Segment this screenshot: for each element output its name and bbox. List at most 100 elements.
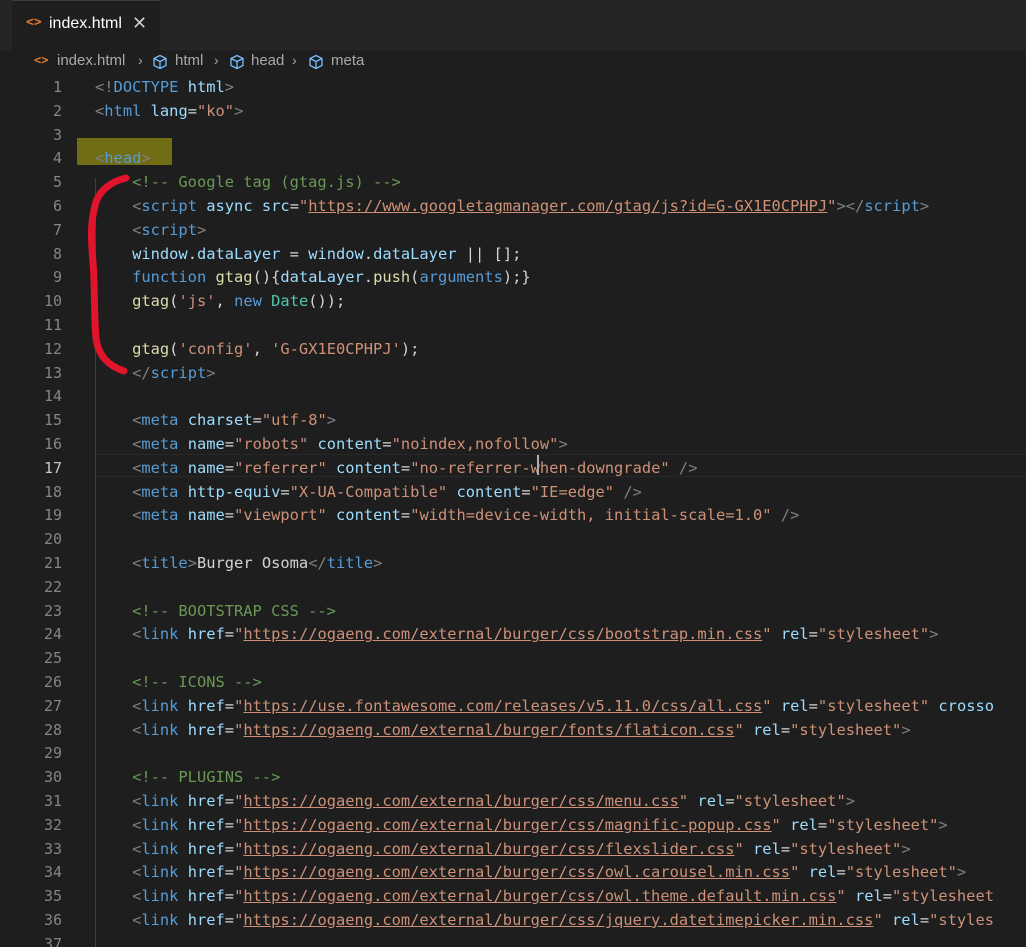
code-token: . [363, 244, 374, 263]
code-token: > [187, 554, 197, 572]
code-token: "noindex,nofollow" [391, 435, 559, 453]
code-token: Date [271, 292, 309, 311]
code-token: = [224, 458, 235, 477]
code-token: dataLayer [280, 268, 364, 287]
code-token: > [558, 435, 568, 453]
cube-icon [309, 54, 323, 70]
code-token: dataLayer [373, 244, 457, 263]
code-token: href [187, 625, 225, 644]
code-token: > [929, 625, 939, 644]
code-token: = [289, 197, 299, 215]
code-token: https://ogaeng.com/external/burger/css/m… [243, 792, 679, 810]
line-number: 33 [43, 839, 62, 858]
code-token: async [206, 197, 253, 215]
breadcrumb-item-head[interactable]: head [251, 52, 284, 69]
code-token: href [187, 792, 225, 810]
code-token: < [132, 696, 142, 715]
code-token: < [132, 506, 142, 525]
code-token: link [141, 720, 179, 739]
code-token: " [762, 696, 772, 715]
code-token: href [187, 839, 225, 858]
code-token: href [187, 863, 225, 882]
line-number: 10 [43, 292, 62, 311]
code-token: < [132, 458, 142, 477]
code-token: = [400, 506, 411, 525]
code-token: = [725, 792, 735, 810]
code-token: = [382, 435, 392, 453]
code-token: = [187, 101, 197, 120]
code-line: <html lang="ko"> [95, 100, 243, 124]
code-editor[interactable]: 1 2 3 4 5 6 7 8 9 10 11 12 13 14 15 16 17 18 19 20 21 22 23 24 2… [0, 74, 1026, 947]
code-token: href [187, 696, 225, 715]
line-number: 2 [52, 101, 62, 120]
code-token: > [373, 554, 383, 572]
code-token: , [252, 339, 272, 358]
code-token: link [141, 696, 179, 715]
code-token: = [224, 792, 235, 810]
code-token: " [771, 815, 781, 834]
code-token: name [187, 458, 225, 477]
code-line: <link href="https://use.fontawesome.com/… [95, 695, 994, 719]
close-icon[interactable]: ✕ [132, 13, 147, 34]
code-token: > [845, 792, 855, 810]
code-token: = [280, 482, 290, 501]
code-token: DOCTYPE [113, 78, 179, 96]
code-token: ></ [836, 197, 865, 215]
line-number: 34 [43, 863, 62, 882]
code-token: , [215, 292, 235, 311]
code-token: " [234, 887, 244, 906]
code-token: > [224, 78, 235, 96]
code-token: = [882, 887, 893, 906]
code-token: = [808, 696, 818, 715]
code-token: content [456, 482, 522, 501]
code-token: https://ogaeng.com/external/burger/css/j… [243, 911, 874, 929]
line-number: 28 [43, 720, 62, 739]
editor-tab-bar: <> index.html ✕ [0, 0, 1026, 50]
code-token: = [224, 506, 235, 525]
code-token: script [141, 197, 197, 215]
code-token: 'js' [178, 292, 216, 311]
breadcrumb-item-html[interactable]: html [175, 52, 203, 69]
code-token: href [187, 815, 225, 834]
breadcrumb-item-file[interactable]: index.html [57, 52, 125, 69]
line-number: 4 [52, 149, 62, 168]
code-token: "viewport" [234, 506, 327, 525]
line-number: 3 [52, 125, 62, 144]
code-token: rel [753, 720, 781, 739]
code-token: <! [95, 78, 114, 96]
code-token: < [132, 911, 142, 929]
code-token: function [132, 268, 207, 287]
code-token: meta [141, 435, 179, 453]
code-token: > [901, 839, 911, 858]
code-line: <meta http-equiv="X-UA-Compatible" conte… [95, 481, 642, 505]
code-token: || []; [456, 244, 522, 263]
code-line: <link href="https://ogaeng.com/external/… [95, 861, 966, 885]
tab-index-html[interactable]: <> index.html ✕ [12, 0, 160, 50]
line-number: 30 [43, 768, 62, 787]
line-number: 31 [43, 792, 62, 810]
code-token: http-equiv [187, 482, 281, 501]
breadcrumb-item-meta[interactable]: meta [331, 52, 364, 69]
code-token: gtag [132, 339, 170, 358]
code-token: < [132, 887, 142, 906]
